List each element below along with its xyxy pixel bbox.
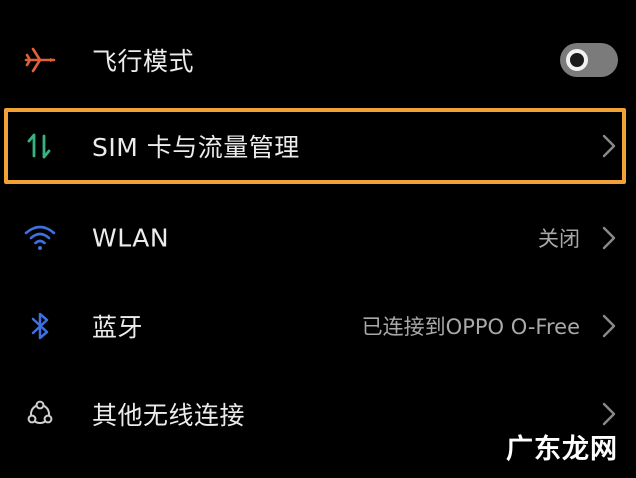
bluetooth-icon bbox=[20, 306, 60, 346]
wlan-row[interactable]: WLAN 关闭 bbox=[0, 196, 636, 280]
settings-list: 飞行模式 SIM 卡与流量管理 WLAN 关闭 蓝牙 已连接到OPPO O-Fr… bbox=[0, 0, 636, 478]
other-wireless-icon bbox=[20, 394, 60, 434]
chevron-right-icon bbox=[600, 225, 618, 251]
bluetooth-status: 已连接到OPPO O-Free bbox=[361, 315, 580, 339]
airplane-mode-label: 飞行模式 bbox=[92, 47, 195, 76]
wlan-status: 关闭 bbox=[538, 227, 580, 251]
chevron-right-icon bbox=[600, 313, 618, 339]
watermark: 广东龙网 bbox=[506, 434, 618, 465]
airplane-mode-row[interactable]: 飞行模式 bbox=[0, 18, 636, 102]
bluetooth-row[interactable]: 蓝牙 已连接到OPPO O-Free bbox=[0, 284, 636, 368]
other-wireless-label: 其他无线连接 bbox=[92, 401, 246, 430]
airplane-icon bbox=[20, 40, 60, 80]
toggle-knob bbox=[566, 49, 588, 71]
highlight-box bbox=[4, 108, 626, 184]
airplane-mode-toggle[interactable] bbox=[560, 43, 618, 77]
chevron-right-icon bbox=[600, 401, 618, 427]
wifi-icon bbox=[20, 218, 60, 258]
wlan-label: WLAN bbox=[92, 223, 170, 253]
bluetooth-label: 蓝牙 bbox=[92, 313, 144, 342]
